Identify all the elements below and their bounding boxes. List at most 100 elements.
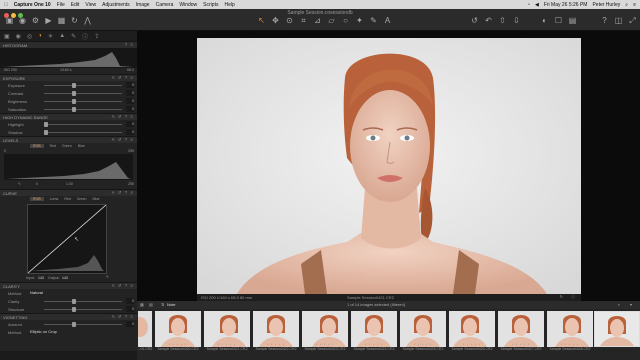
- levels-tab-green[interactable]: Green: [62, 144, 72, 148]
- brightness-slider-row[interactable]: Brightness 0: [0, 97, 137, 105]
- thumbnail-0[interactable]: [138, 311, 152, 347]
- pointer-tool-icon[interactable]: ↖: [257, 16, 266, 25]
- annotate-tool-icon[interactable]: A: [383, 16, 392, 25]
- thumbnail-10-selected[interactable]: [594, 311, 640, 347]
- clarity-track[interactable]: [44, 301, 122, 302]
- levels-top-high[interactable]: 255: [128, 149, 134, 153]
- saturation-slider-row[interactable]: Saturation 0: [0, 105, 137, 113]
- brightness-track[interactable]: [44, 101, 122, 102]
- contrast-value[interactable]: 0: [126, 90, 134, 96]
- shadow-track[interactable]: [44, 132, 122, 133]
- browser-grid-icon[interactable]: ▦: [140, 302, 144, 307]
- local-adjust-tab-icon[interactable]: ✎: [71, 33, 76, 40]
- lens-tab-icon[interactable]: ◎: [27, 33, 32, 40]
- vignette-amount-track[interactable]: [44, 324, 122, 325]
- saturation-track[interactable]: [44, 109, 122, 110]
- thumbnail-5-rating[interactable]: • • • • •: [351, 342, 397, 346]
- reset-icon[interactable]: ↺: [470, 16, 479, 25]
- contrast-knob[interactable]: [72, 91, 76, 96]
- menu-edit[interactable]: Edit: [71, 2, 80, 8]
- layout-icon[interactable]: ◫: [614, 16, 623, 25]
- brightness-value[interactable]: 0: [126, 98, 134, 104]
- browser-filter-icon[interactable]: ▾: [630, 302, 632, 307]
- exposure-header[interactable]: EXPOSURE A ↺ ? ≡: [0, 74, 137, 81]
- apply-adjustments-icon[interactable]: ⇩: [512, 16, 521, 25]
- menu-camera[interactable]: Camera: [156, 2, 174, 8]
- apple-icon[interactable]: : [4, 2, 8, 8]
- thumbnail-4-rating[interactable]: • • • • •: [302, 342, 348, 346]
- exposure-knob[interactable]: [72, 83, 76, 88]
- browser-folder-name[interactable]: Note: [167, 302, 175, 307]
- keystone-tool-icon[interactable]: ▱: [327, 16, 336, 25]
- mask-tool-icon[interactable]: ○: [341, 16, 350, 25]
- levels-tab-rgb[interactable]: RGB: [30, 144, 44, 148]
- vignette-method-select[interactable]: Elliptic on Crop: [30, 329, 57, 334]
- exposure-warning-icon[interactable]: ◐: [540, 16, 549, 25]
- menu-help[interactable]: Help: [224, 2, 234, 8]
- levels-graph[interactable]: [4, 154, 133, 180]
- ruler-icon[interactable]: ⋀: [83, 16, 92, 25]
- thumbnail-7-rating[interactable]: • • • • •: [449, 342, 495, 346]
- levels-high-value[interactable]: 255: [128, 182, 134, 186]
- viewer-info-icon[interactable]: ⓘ: [571, 294, 575, 300]
- clarity-knob[interactable]: [72, 299, 76, 304]
- exposure-value[interactable]: 0: [126, 82, 134, 88]
- grid-icon[interactable]: ▦: [57, 16, 66, 25]
- levels-low-value[interactable]: 0: [36, 182, 38, 186]
- exposure-slider-row[interactable]: Exposure 0: [0, 81, 137, 89]
- levels-top-low[interactable]: 0: [4, 149, 6, 153]
- details-tab-icon[interactable]: ▲: [59, 33, 65, 39]
- output-tab-icon[interactable]: ⇪: [94, 33, 99, 40]
- thumbnail-3-rating[interactable]: • • • • •: [253, 342, 299, 346]
- brightness-knob[interactable]: [72, 99, 76, 104]
- clarity-header[interactable]: CLARITY A ↺ ? ≡: [0, 282, 137, 289]
- vignetting-header[interactable]: VIGNETTING A ↺ ? ≡: [0, 313, 137, 320]
- curve-picker-icon[interactable]: ✎: [106, 275, 109, 279]
- saturation-value[interactable]: 0: [126, 106, 134, 112]
- shadow-value[interactable]: 0: [126, 129, 134, 135]
- browser-sort-icon[interactable]: ⇅: [161, 302, 164, 307]
- datetime[interactable]: Fri May 26 5:26 PM: [544, 2, 588, 8]
- browser-filmstrip-icon[interactable]: ▤: [149, 302, 153, 307]
- search-icon[interactable]: ⌕: [625, 2, 628, 8]
- grid-overlay-icon[interactable]: ▤: [568, 16, 577, 25]
- menu-window[interactable]: Window: [179, 2, 197, 8]
- structure-value[interactable]: 0: [126, 306, 134, 312]
- contrast-track[interactable]: [44, 93, 122, 94]
- cursor-icon[interactable]: ▶: [44, 16, 53, 25]
- loupe-tool-icon[interactable]: ⊙: [285, 16, 294, 25]
- library-tab-icon[interactable]: ▣: [4, 33, 10, 40]
- viewer-photo[interactable]: [197, 38, 581, 294]
- histogram-header[interactable]: HISTOGRAM ? ≡: [0, 41, 137, 48]
- menu-adjustments[interactable]: Adjustments: [102, 2, 130, 8]
- help-icon[interactable]: ?: [600, 16, 609, 25]
- shadow-slider-row[interactable]: Shadow 0: [0, 128, 137, 136]
- menu-scripts[interactable]: Scripts: [203, 2, 218, 8]
- straighten-tool-icon[interactable]: ⊿: [313, 16, 322, 25]
- structure-track[interactable]: [44, 309, 122, 310]
- contrast-slider-row[interactable]: Contrast 0: [0, 89, 137, 97]
- proof-icon[interactable]: ☐: [554, 16, 563, 25]
- exposure-tab-icon[interactable]: ☀: [48, 33, 53, 40]
- vignette-amount-value[interactable]: 0: [126, 321, 134, 327]
- levels-mid-value[interactable]: 1.00: [66, 182, 73, 186]
- highlight-slider-row[interactable]: Highlight 0: [0, 120, 137, 128]
- curve-tab-red[interactable]: Red: [64, 197, 70, 201]
- curve-tab-luma[interactable]: Luma: [50, 197, 59, 201]
- levels-picker-icon[interactable]: ✎: [18, 182, 21, 186]
- process-icon[interactable]: ⚙: [31, 16, 40, 25]
- highlight-value[interactable]: 0: [126, 121, 134, 127]
- menu-app-name[interactable]: Capture One 10: [14, 2, 51, 8]
- capture-icon[interactable]: ◉: [18, 16, 27, 25]
- thumbnail-9-rating[interactable]: • • • • •: [547, 342, 593, 346]
- vignette-method-row[interactable]: Method Elliptic on Crop: [0, 328, 137, 336]
- fullscreen-icon[interactable]: ⤢: [628, 16, 637, 25]
- undo-icon[interactable]: ↶: [484, 16, 493, 25]
- pan-tool-icon[interactable]: ✥: [271, 16, 280, 25]
- curve-controls[interactable]: A ↺ ? ≡: [112, 190, 134, 196]
- volume-icon[interactable]: ◀: [535, 2, 539, 8]
- metadata-tab-icon[interactable]: ⓘ: [82, 32, 88, 41]
- levels-header[interactable]: LEVELS A ↺ ? ≡: [0, 136, 137, 143]
- capture-tab-icon[interactable]: ◉: [16, 33, 21, 40]
- histogram-controls[interactable]: ? ≡: [125, 42, 134, 47]
